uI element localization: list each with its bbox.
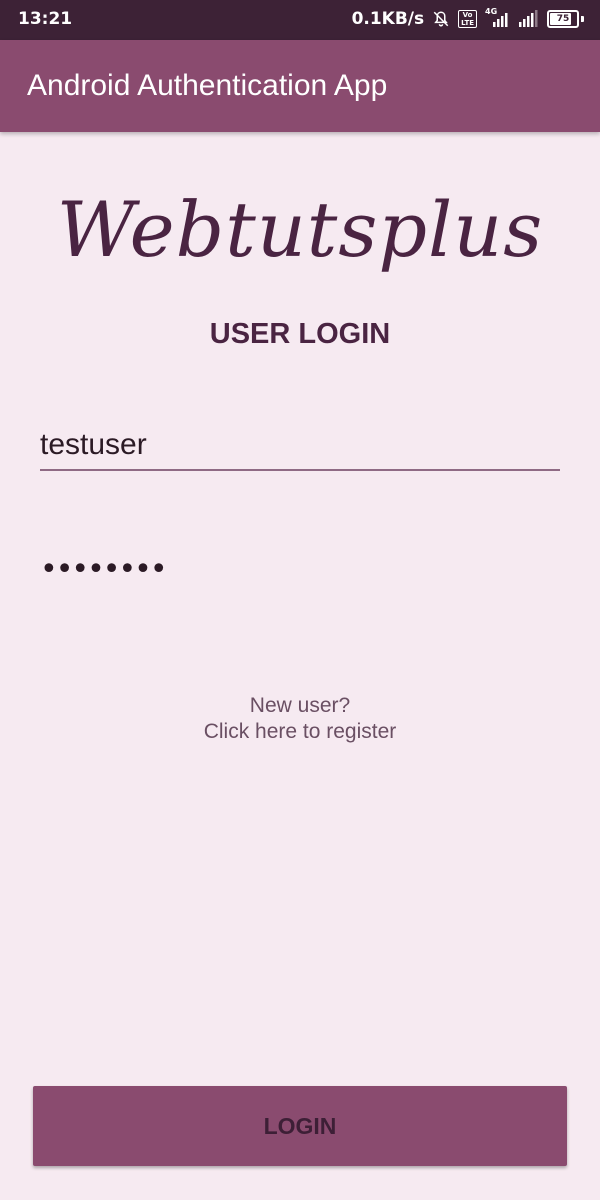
status-bar: 13:21 0.1KB/s Vo LTE 4G 75	[0, 0, 600, 40]
volte-icon: Vo LTE	[458, 10, 477, 28]
password-field[interactable]: ••••••••	[40, 550, 560, 590]
username-value: testuser	[40, 428, 147, 461]
register-prompt: New user?	[249, 694, 351, 717]
login-button[interactable]: LOGIN	[33, 1086, 567, 1166]
battery-tip	[581, 16, 584, 22]
register-action: Click here to register	[203, 720, 397, 743]
status-icons: 0.1KB/s Vo LTE 4G 75	[351, 7, 584, 29]
brand-logo: Webtutsplus	[56, 185, 544, 274]
app-title: Android Authentication App	[27, 69, 388, 102]
page-title: USER LOGIN	[209, 318, 391, 350]
battery-icon: 75	[547, 10, 579, 28]
status-time: 13:21	[18, 9, 73, 29]
signal-4g-icon: 4G	[485, 7, 509, 28]
app-bar: Android Authentication App	[0, 40, 600, 132]
register-link[interactable]: New user? Click here to register	[0, 693, 600, 745]
signal-icon	[519, 10, 538, 27]
username-field[interactable]: testuser	[40, 424, 560, 471]
bell-muted-icon	[433, 11, 449, 27]
password-value: ••••••••	[40, 552, 168, 587]
net-speed: 0.1KB/s	[351, 9, 425, 29]
